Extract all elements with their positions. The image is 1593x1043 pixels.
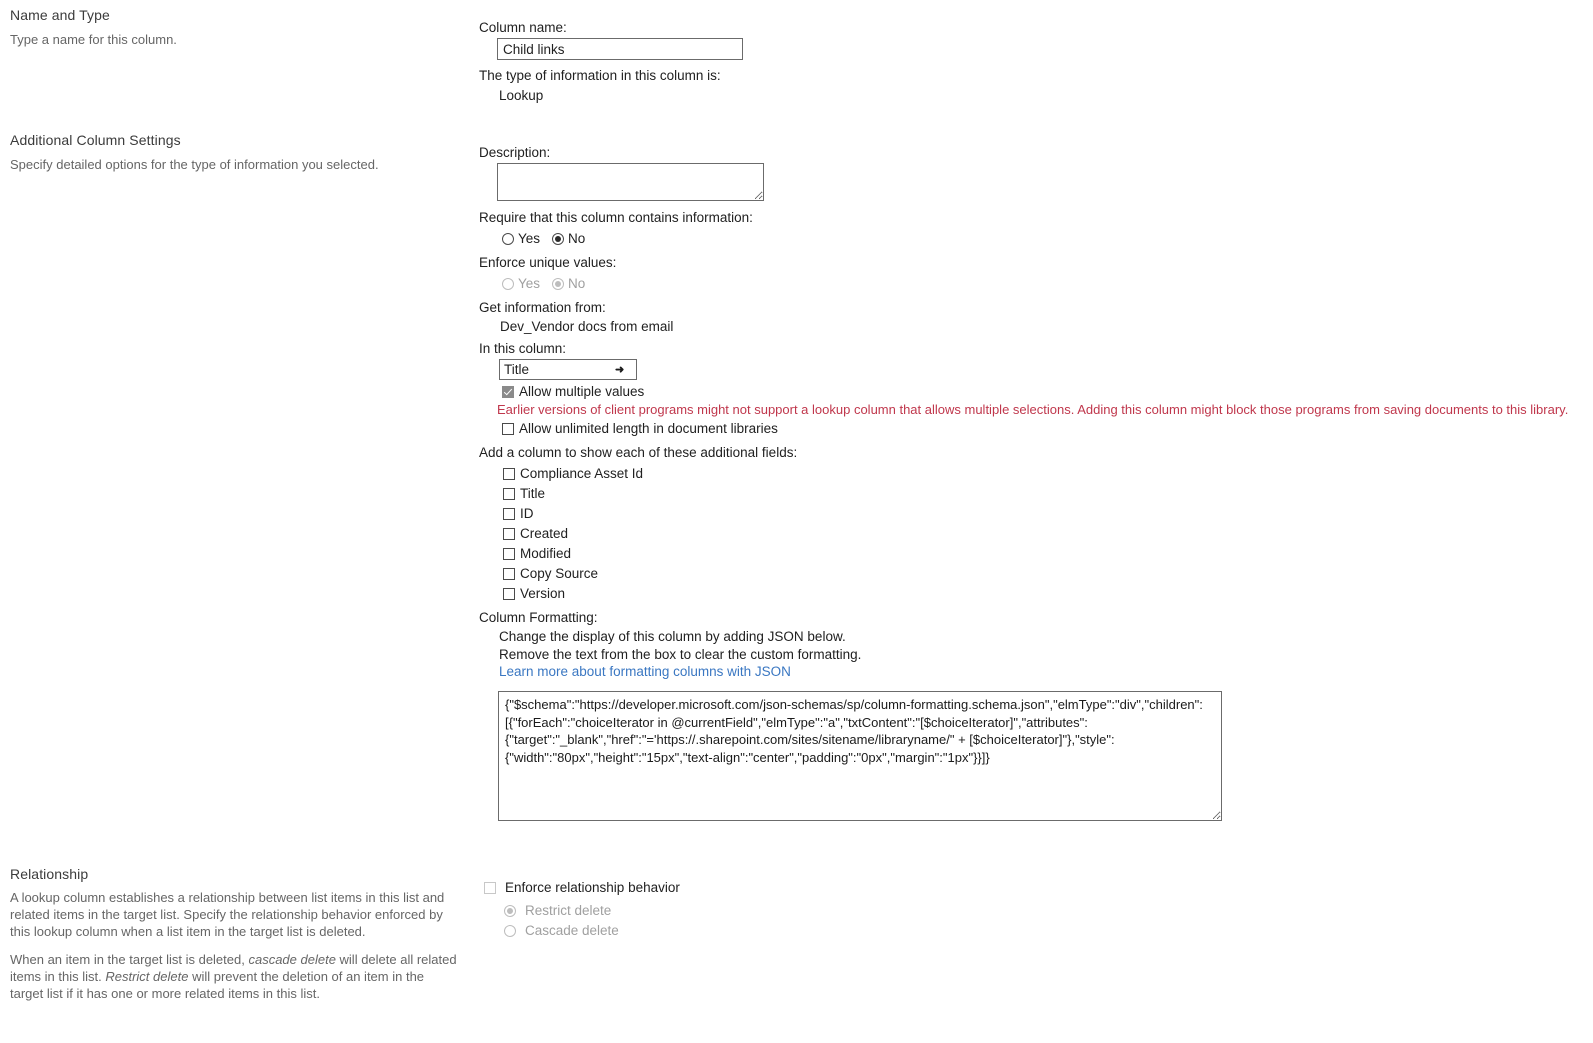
relationship-description-1: A lookup column establishes a relationsh… <box>10 890 445 939</box>
copy-source-checkbox[interactable] <box>503 567 515 580</box>
unique-yes-label: Yes <box>518 276 541 291</box>
cascade-delete-radio[interactable] <box>504 924 516 937</box>
column-name-input[interactable] <box>497 38 743 60</box>
allow-multiple-values-label: Allow multiple values <box>519 384 645 399</box>
require-no-radio[interactable] <box>552 232 565 245</box>
cascade-delete-label: Cascade delete <box>525 923 619 938</box>
description-textarea[interactable] <box>497 163 764 201</box>
formatting-json-learn-more-link[interactable]: Learn more about formatting columns with… <box>499 664 791 679</box>
additional-field-row-copy-source[interactable]: Copy Source <box>503 566 598 581</box>
allow-unlimited-length-row[interactable]: Allow unlimited length in document libra… <box>502 421 778 436</box>
modified-checkbox[interactable] <box>503 547 515 560</box>
copy-source-label: Copy Source <box>520 566 599 581</box>
enforce-unique-radio-group: Yes No <box>502 276 597 291</box>
additional-field-row-compliance-asset-id[interactable]: Compliance Asset Id <box>503 466 643 481</box>
require-yes-radio[interactable] <box>502 232 514 245</box>
multiple-values-warning: Earlier versions of client programs migh… <box>497 402 1569 417</box>
relationship-desc-2-cascade-delete: cascade delete <box>248 952 336 967</box>
version-label: Version <box>520 586 566 601</box>
additional-field-row-modified[interactable]: Modified <box>503 546 571 561</box>
column-settings-page: Name and Type Type a name for this colum… <box>0 0 1593 1043</box>
unique-no-radio[interactable] <box>552 277 565 290</box>
compliance-asset-id-label: Compliance Asset Id <box>520 466 644 481</box>
require-information-radio-group: Yes No <box>502 231 597 246</box>
compliance-asset-id-checkbox[interactable] <box>503 467 515 480</box>
restrict-delete-label: Restrict delete <box>525 903 612 918</box>
allow-multiple-values-row[interactable]: Allow multiple values <box>502 384 644 399</box>
relationship-desc-2-pre: When an item in the target list is delet… <box>10 952 249 967</box>
description-label: Description: <box>479 145 551 160</box>
require-no-label: No <box>568 231 586 246</box>
column-name-label: Column name: <box>479 20 567 35</box>
type-of-information-label: The type of information in this column i… <box>479 68 721 83</box>
column-formatting-line2: Remove the text from the box to clear th… <box>499 647 862 662</box>
relationship-heading: Relationship <box>10 866 89 882</box>
unique-yes-radio[interactable] <box>502 277 514 290</box>
enforce-relationship-behavior-row[interactable]: Enforce relationship behavior <box>484 880 680 895</box>
additional-field-row-title[interactable]: Title <box>503 486 545 501</box>
additional-settings-heading: Additional Column Settings <box>10 132 181 148</box>
additional-settings-description: Specify detailed options for the type of… <box>10 157 379 172</box>
relationship-desc-2-restrict-delete: Restrict delete <box>105 969 189 984</box>
modified-label: Modified <box>520 546 572 561</box>
cascade-delete-row[interactable]: Cascade delete <box>504 923 619 938</box>
column-formatting-label: Column Formatting: <box>479 610 598 625</box>
additional-field-row-created[interactable]: Created <box>503 526 568 541</box>
created-label: Created <box>520 526 569 541</box>
column-formatting-json-textarea[interactable] <box>498 691 1222 821</box>
require-yes-label: Yes <box>518 231 541 246</box>
id-checkbox[interactable] <box>503 507 515 520</box>
additional-fields-label: Add a column to show each of these addit… <box>479 445 798 460</box>
in-this-column-select[interactable]: Title <box>499 359 637 380</box>
get-information-from-value: Dev_Vendor docs from email <box>500 319 674 334</box>
allow-unlimited-length-label: Allow unlimited length in document libra… <box>519 421 778 436</box>
in-this-column-label: In this column: <box>479 341 567 356</box>
enforce-relationship-behavior-label: Enforce relationship behavior <box>505 880 680 895</box>
get-information-from-label: Get information from: <box>479 300 606 315</box>
allow-unlimited-length-checkbox[interactable] <box>502 422 514 435</box>
restrict-delete-radio[interactable] <box>504 904 516 917</box>
version-checkbox[interactable] <box>503 587 515 600</box>
title-checkbox[interactable] <box>503 487 515 500</box>
title-label: Title <box>520 486 546 501</box>
type-of-information-value: Lookup <box>499 88 544 103</box>
enforce-unique-label: Enforce unique values: <box>479 255 617 270</box>
additional-field-row-version[interactable]: Version <box>503 586 565 601</box>
allow-multiple-values-checkbox[interactable] <box>502 385 514 398</box>
name-and-type-heading: Name and Type <box>10 7 110 23</box>
column-formatting-line1: Change the display of this column by add… <box>499 629 846 644</box>
relationship-description-2: When an item in the target list is delet… <box>10 951 458 1002</box>
id-label: ID <box>520 506 534 521</box>
name-and-type-description: Type a name for this column. <box>10 32 177 47</box>
enforce-relationship-behavior-checkbox[interactable] <box>484 881 496 894</box>
created-checkbox[interactable] <box>503 527 515 540</box>
unique-no-label: No <box>568 276 586 291</box>
additional-field-row-id[interactable]: ID <box>503 506 534 521</box>
require-information-label: Require that this column contains inform… <box>479 210 753 225</box>
restrict-delete-row[interactable]: Restrict delete <box>504 903 611 918</box>
